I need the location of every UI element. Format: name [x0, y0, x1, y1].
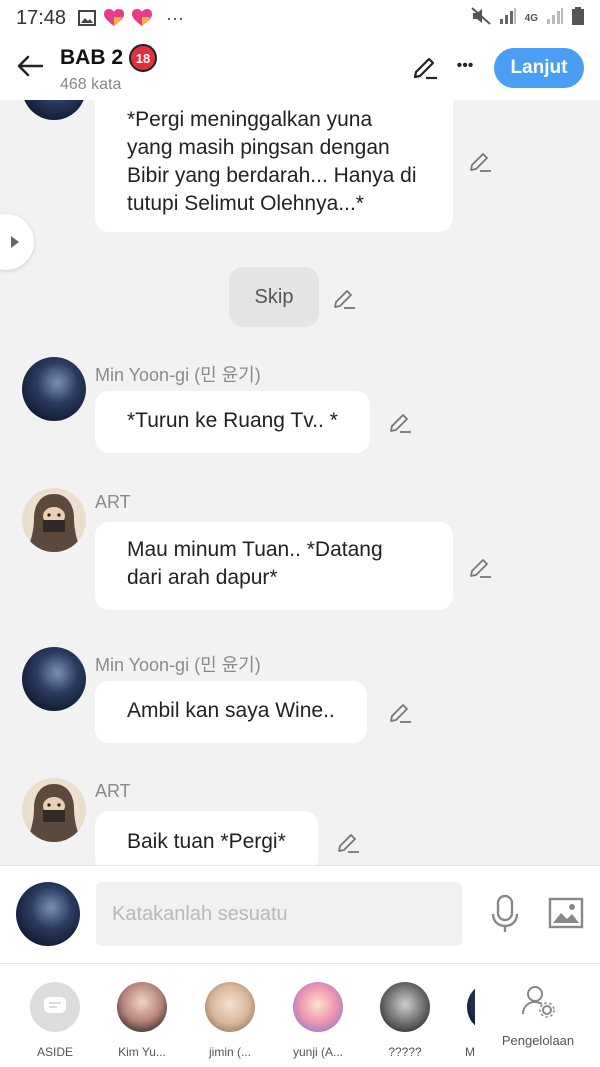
pencil-icon — [338, 834, 359, 853]
edit-message-button[interactable] — [388, 408, 414, 434]
avatar[interactable] — [22, 357, 86, 421]
character-item[interactable]: M — [455, 982, 475, 1059]
character-item[interactable]: jimin (... — [193, 982, 267, 1059]
character-avatar — [380, 982, 430, 1032]
input-bar — [0, 865, 600, 963]
more-options-button[interactable]: ••• — [450, 52, 480, 80]
message-bubble[interactable]: Ambil kan saya Wine.. — [95, 681, 367, 743]
speaker-name: ART — [95, 781, 131, 801]
character-label: Kim Yu... — [118, 1045, 166, 1059]
pencil-icon — [470, 559, 491, 578]
network-type-label: 4G — [524, 12, 538, 24]
chapter-header: BAB 2 18 468 kata ••• Lanjut — [0, 36, 600, 100]
character-label: yunji (A... — [292, 1045, 343, 1059]
chevron-right-icon — [11, 236, 19, 248]
avatar[interactable] — [22, 488, 86, 552]
speaker-name: Min Yoon-gi (민 윤기) — [95, 655, 261, 675]
more-dots-icon: ••• — [456, 57, 474, 74]
heart-notification-icon — [104, 9, 125, 27]
next-button[interactable]: Lanjut — [494, 48, 584, 88]
microphone-icon — [491, 894, 519, 932]
message-text: Mau minum Tuan.. *Datang dari arah dapur… — [127, 538, 383, 589]
message-bubble[interactable]: *Turun ke Ruang Tv.. * — [95, 391, 370, 453]
signal-icon — [499, 7, 517, 29]
status-bar: 17:48 ··· 4G — [0, 0, 600, 36]
skip-button[interactable]: Skip — [229, 267, 319, 327]
battery-icon — [572, 6, 584, 30]
pencil-icon — [390, 704, 411, 723]
message-bubble[interactable]: Mau minum Tuan.. *Datang dari arah dapur… — [95, 522, 453, 610]
age-rating-badge: 18 — [129, 44, 158, 72]
status-time: 17:48 — [16, 6, 67, 29]
pencil-icon — [334, 290, 355, 309]
pencil-icon — [413, 57, 437, 80]
speaker-name: Min Yoon-gi (민 윤기) — [95, 365, 261, 385]
pencil-icon — [390, 414, 411, 433]
word-count: 468 kata — [60, 76, 122, 93]
hijab-character-icon — [26, 494, 82, 552]
avatar[interactable] — [22, 778, 86, 842]
signal-icon-2 — [546, 7, 564, 29]
character-item[interactable]: yunji (A... — [281, 982, 355, 1059]
avatar[interactable] — [22, 100, 86, 120]
selected-character-avatar[interactable] — [16, 882, 80, 946]
character-label: M — [465, 1045, 475, 1059]
message-input[interactable] — [96, 882, 462, 946]
manage-characters-button[interactable]: Pengelolaan — [496, 984, 580, 1048]
chat-area[interactable]: *Pergi meninggalkan yuna yang masih ping… — [0, 100, 600, 865]
more-notifications-icon: ··· — [166, 7, 185, 28]
speaker-name: ART — [95, 492, 131, 512]
heart-notification-icon-2 — [132, 9, 153, 27]
character-aside[interactable]: ASIDE — [18, 982, 92, 1059]
chapter-title: BAB 2 18 — [60, 44, 158, 72]
message-bubble[interactable]: *Pergi meninggalkan yuna yang masih ping… — [95, 100, 453, 232]
chat-bubble-icon — [44, 997, 66, 1013]
back-arrow-icon — [17, 55, 43, 77]
character-avatar — [117, 982, 167, 1032]
hijab-character-icon — [26, 784, 82, 842]
side-panel-toggle[interactable] — [0, 214, 34, 270]
aside-avatar — [30, 982, 80, 1032]
character-item[interactable]: Kim Yu... — [105, 982, 179, 1059]
character-label: ASIDE — [36, 1045, 73, 1059]
message-text: Ambil kan saya Wine.. — [127, 699, 335, 722]
manage-label: Pengelolaan — [501, 1033, 575, 1048]
image-icon — [548, 897, 584, 929]
back-button[interactable] — [14, 50, 46, 82]
character-bar: ASIDE Kim Yu... jimin (... yunji (A... ?… — [0, 963, 600, 1067]
mute-icon — [470, 6, 491, 30]
avatar[interactable] — [22, 647, 86, 711]
message-text: *Pergi meninggalkan yuna yang masih ping… — [127, 108, 417, 215]
character-item[interactable]: ????? — [368, 982, 442, 1059]
character-avatar — [293, 982, 343, 1032]
character-label: jimin (... — [209, 1045, 251, 1059]
character-avatar — [467, 982, 475, 1032]
gallery-notification-icon — [78, 10, 97, 26]
edit-message-button[interactable] — [388, 698, 414, 724]
edit-message-button[interactable] — [468, 553, 494, 579]
edit-message-button[interactable] — [336, 828, 362, 854]
edit-chapter-button[interactable] — [412, 52, 440, 80]
message-text: *Turun ke Ruang Tv.. * — [127, 409, 338, 432]
character-avatar — [205, 982, 255, 1032]
character-label: ????? — [388, 1045, 422, 1059]
edit-skip-button[interactable] — [332, 284, 358, 310]
image-button[interactable] — [548, 896, 584, 930]
edit-message-button[interactable] — [468, 147, 494, 173]
message-bubble[interactable]: Baik tuan *Pergi* — [95, 811, 318, 865]
user-settings-icon — [522, 986, 555, 1018]
voice-button[interactable] — [488, 894, 522, 934]
chapter-title-text: BAB 2 — [60, 46, 124, 69]
message-text: Baik tuan *Pergi* — [127, 830, 286, 853]
pencil-icon — [470, 153, 491, 172]
